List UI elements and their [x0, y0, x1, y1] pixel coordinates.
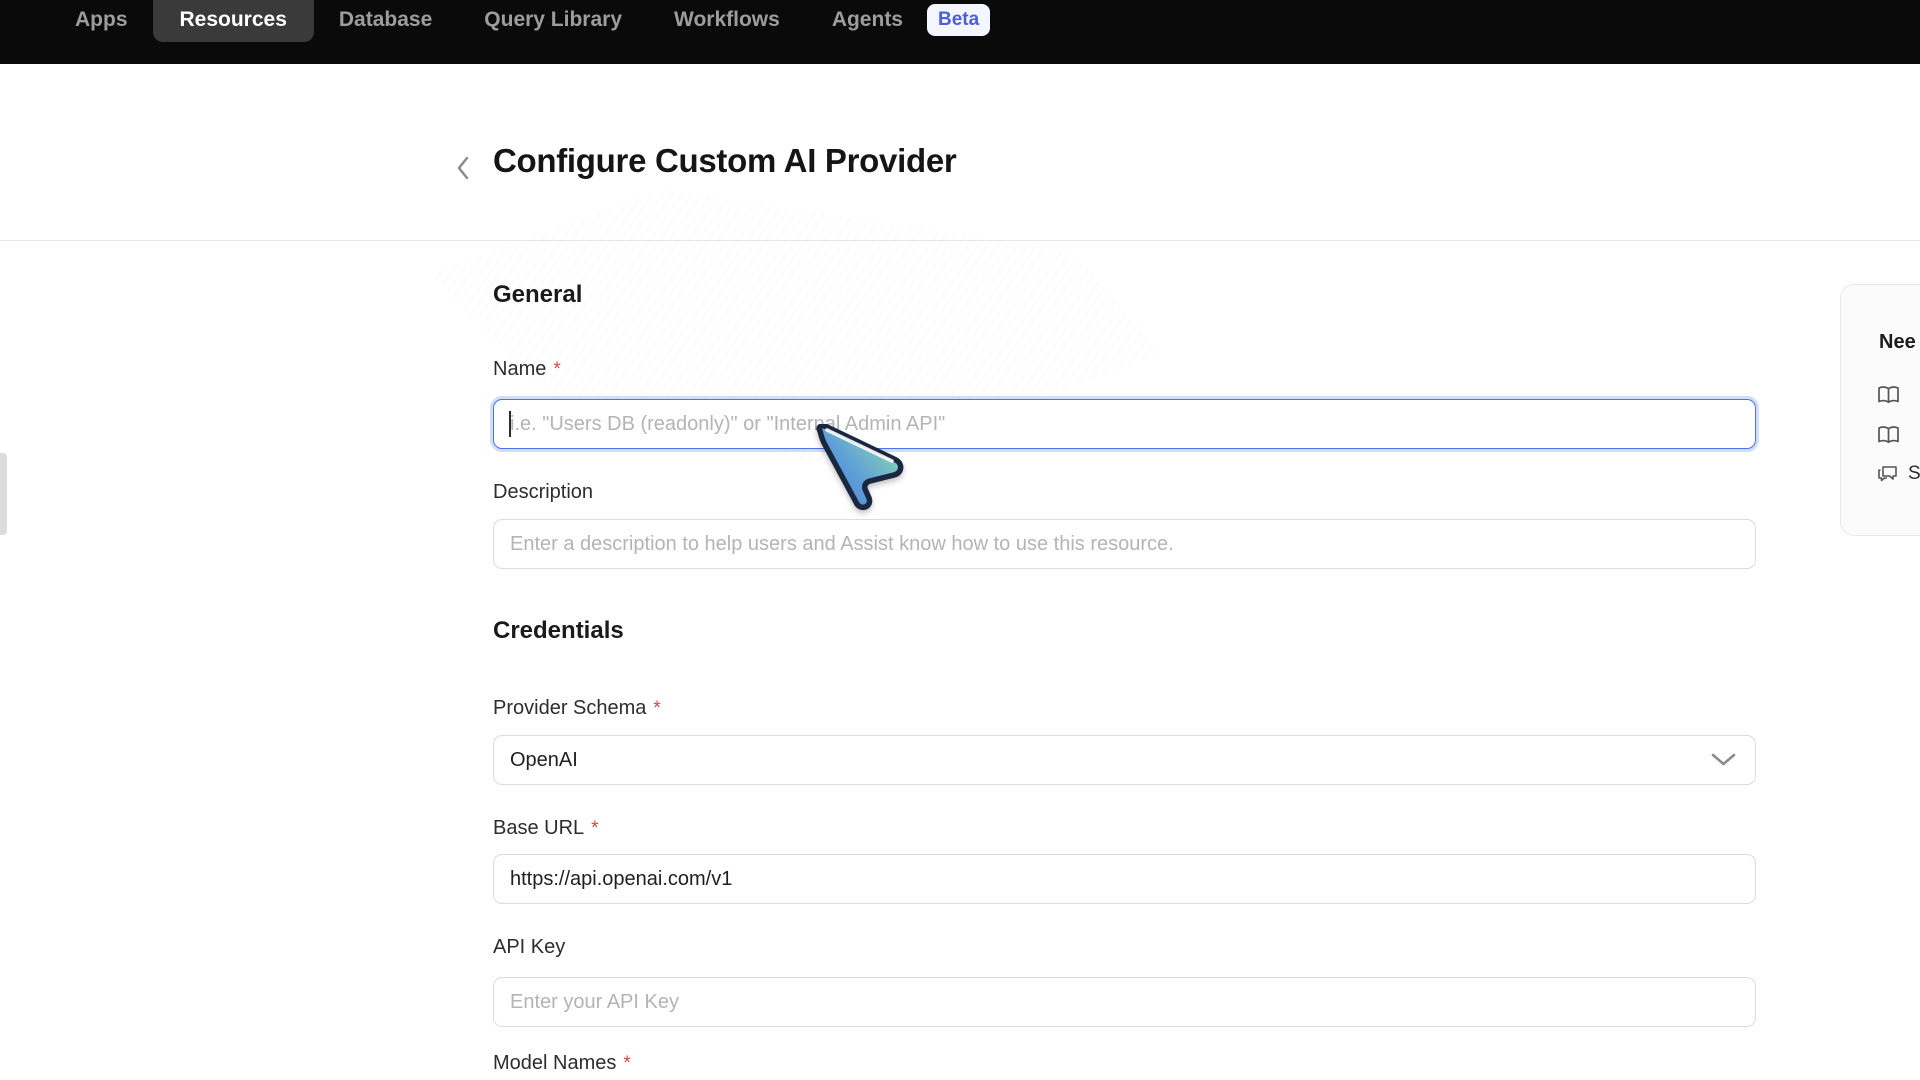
chat-bubbles-icon — [1877, 465, 1898, 484]
name-field-wrapper — [493, 399, 1756, 449]
api-key-input[interactable] — [493, 977, 1756, 1027]
top-navbar: Apps Resources Database Query Library Wo… — [0, 0, 1920, 64]
required-asterisk: * — [553, 359, 560, 380]
description-input[interactable] — [493, 519, 1756, 569]
section-heading-general: General — [493, 281, 582, 309]
api-key-label: API Key — [493, 936, 565, 959]
chevron-down-icon — [1710, 752, 1737, 768]
tab-workflows-label: Workflows — [674, 8, 780, 32]
provider-schema-select[interactable]: OpenAI — [493, 735, 1756, 785]
nav-tab-list: Apps Resources Database Query Library Wo… — [75, 0, 990, 40]
book-open-icon — [1877, 385, 1900, 405]
left-edge-strip — [0, 453, 7, 535]
mouse-cursor — [812, 424, 908, 512]
chevron-left-icon — [455, 155, 471, 181]
help-panel: Nee S — [1840, 284, 1920, 536]
help-link-docs[interactable] — [1877, 385, 1900, 405]
back-button[interactable] — [444, 146, 482, 190]
name-input[interactable] — [493, 399, 1756, 449]
help-link-guide[interactable] — [1877, 425, 1900, 445]
provider-schema-label: Provider Schema* — [493, 697, 661, 720]
tab-agents[interactable]: Agents Beta — [832, 4, 990, 36]
model-names-label: Model Names* — [493, 1052, 631, 1075]
help-link-support[interactable]: S — [1877, 463, 1920, 485]
tab-resources[interactable]: Resources — [180, 8, 287, 32]
tab-database-label: Database — [339, 8, 432, 32]
base-url-input[interactable] — [493, 854, 1756, 904]
tab-agents-label: Agents — [832, 8, 903, 32]
page-title: Configure Custom AI Provider — [493, 142, 956, 180]
section-heading-credentials: Credentials — [493, 617, 624, 645]
tab-apps[interactable]: Apps — [75, 8, 128, 32]
description-label: Description — [493, 481, 593, 504]
required-asterisk: * — [623, 1053, 630, 1074]
text-caret — [509, 411, 511, 437]
book-open-icon — [1877, 425, 1900, 445]
required-asterisk: * — [653, 698, 660, 719]
base-url-field-wrapper — [493, 854, 1756, 904]
base-url-label: Base URL* — [493, 817, 599, 840]
tab-database[interactable]: Database — [339, 8, 432, 32]
tab-query-library-label: Query Library — [484, 8, 622, 32]
tab-apps-label: Apps — [75, 8, 128, 32]
required-asterisk: * — [591, 818, 598, 839]
tab-workflows[interactable]: Workflows — [674, 8, 780, 32]
api-key-field-wrapper — [493, 977, 1756, 1027]
provider-schema-field-wrapper: OpenAI — [493, 735, 1756, 785]
provider-schema-value: OpenAI — [510, 749, 578, 772]
name-label: Name* — [493, 358, 561, 381]
description-field-wrapper — [493, 519, 1756, 569]
tab-resources-label: Resources — [180, 8, 287, 32]
tab-query-library[interactable]: Query Library — [484, 8, 622, 32]
help-panel-heading: Nee — [1879, 331, 1916, 354]
beta-badge: Beta — [927, 4, 990, 36]
help-link-label: S — [1908, 463, 1920, 485]
